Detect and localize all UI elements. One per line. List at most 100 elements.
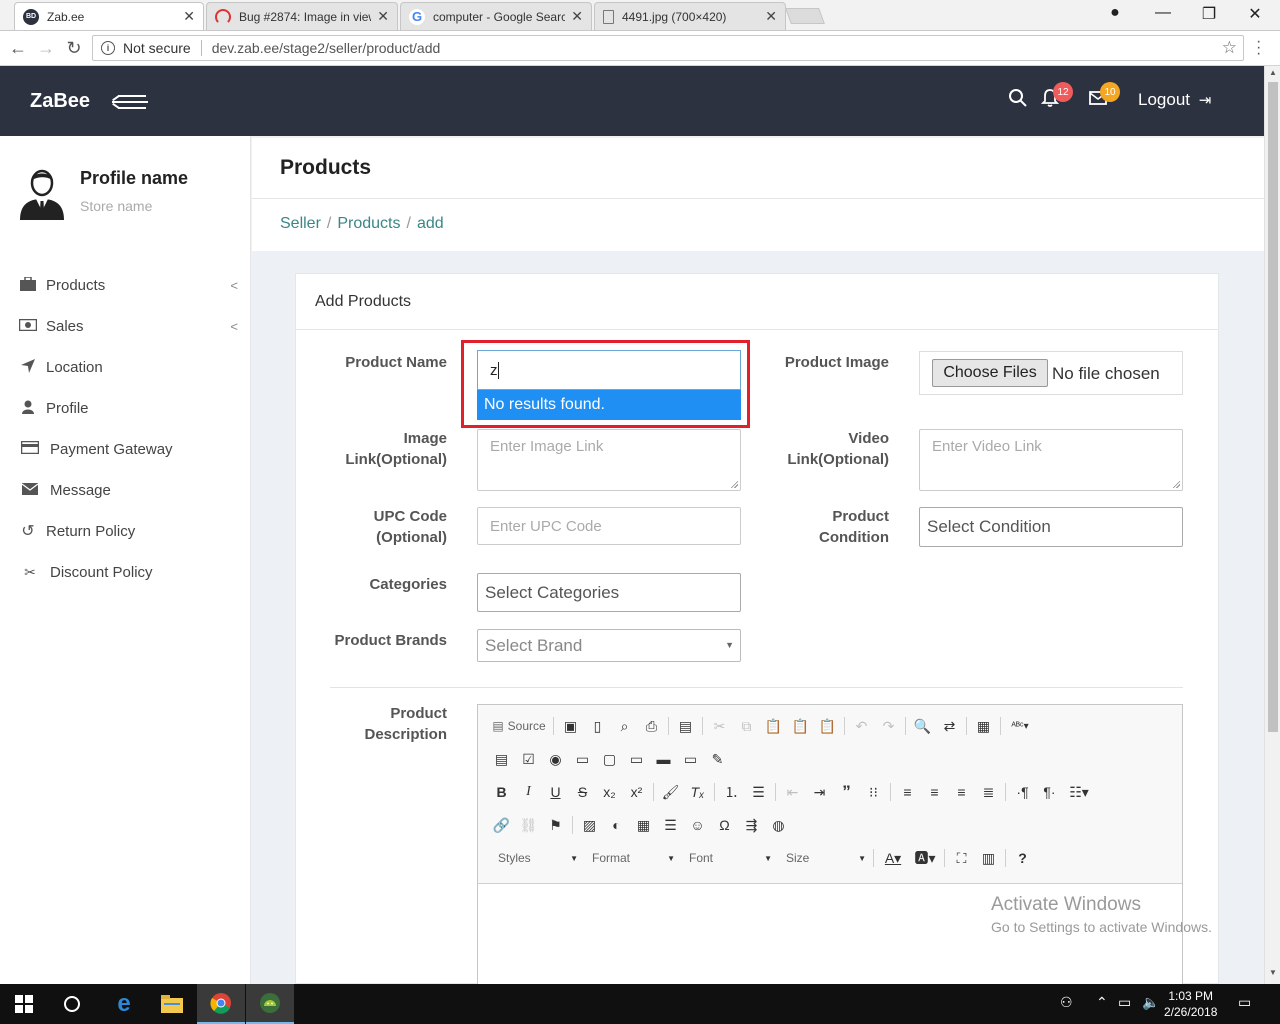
autocomplete-no-results[interactable]: No results found. (477, 390, 741, 420)
language-icon[interactable]: ☷▾ (1063, 780, 1095, 804)
tab-image[interactable]: 4491.jpg (700×420) ✕ (594, 2, 786, 30)
file-explorer-icon[interactable] (148, 984, 196, 1024)
tab-google[interactable]: G computer - Google Search ✕ (400, 2, 592, 30)
select-field-icon[interactable]: ▭ (623, 747, 650, 771)
cut-icon[interactable]: ✂ (706, 714, 733, 738)
size-dropdown[interactable]: Size ▼ (776, 846, 870, 870)
replace-icon[interactable]: ⇄ (936, 714, 963, 738)
save-icon[interactable]: ▣ (557, 714, 584, 738)
help-icon[interactable]: ? (1009, 846, 1036, 870)
templates-icon[interactable]: ▤ (672, 714, 699, 738)
paste-text-icon[interactable]: 📋 (787, 714, 814, 738)
edge-icon[interactable]: e (100, 984, 148, 1024)
bookmark-star-icon[interactable]: ☆ (1222, 38, 1237, 58)
image-link-textarea[interactable]: Enter Image Link (477, 429, 741, 491)
format-dropdown[interactable]: Format ▼ (582, 846, 679, 870)
breadcrumb-seller[interactable]: Seller (280, 215, 321, 232)
blockquote-icon[interactable]: ” (833, 780, 860, 804)
div-container-icon[interactable]: ⁝⁝ (860, 780, 887, 804)
page-scrollbar[interactable]: ▲ ▼ (1264, 66, 1280, 984)
find-icon[interactable]: 🔍 (909, 714, 936, 738)
people-icon[interactable]: ⚇ (1060, 994, 1073, 1011)
image-button-icon[interactable]: ▭ (677, 747, 704, 771)
tray-chevron-up-icon[interactable]: ⌃ (1096, 994, 1108, 1011)
logo[interactable]: ZaBee (30, 90, 90, 113)
print-icon[interactable]: ⎙ (638, 714, 665, 738)
table-icon[interactable]: ▦ (630, 813, 657, 837)
resize-handle-icon[interactable] (730, 480, 738, 488)
sidebar-item-profile[interactable]: Profile (18, 396, 238, 420)
tab-zabee[interactable]: BD Zab.ee ✕ (14, 2, 204, 30)
chrome-icon[interactable] (197, 984, 245, 1024)
superscript-icon[interactable]: x² (623, 780, 650, 804)
action-center-icon[interactable]: ▭ (1238, 994, 1251, 1011)
scroll-thumb[interactable] (1268, 82, 1278, 732)
profile-icon[interactable]: ● (1092, 4, 1138, 22)
logout-button[interactable]: Logout ⇥ (1138, 90, 1211, 110)
sidebar-item-products[interactable]: Products < (18, 273, 238, 297)
page-break-icon[interactable]: ⇶ (738, 813, 765, 837)
choose-files-button[interactable]: Choose Files (932, 359, 1048, 387)
scroll-down-icon[interactable]: ▼ (1265, 968, 1280, 977)
upc-input[interactable]: Enter UPC Code (477, 507, 741, 545)
flash-icon[interactable]: ◐ (603, 813, 630, 837)
text-color-icon[interactable]: A▾ (877, 846, 909, 870)
copy-format-icon[interactable]: 🖌 (657, 780, 684, 804)
undo-icon[interactable]: ↶ (848, 714, 875, 738)
image-icon[interactable]: ▨ (576, 813, 603, 837)
preview-icon[interactable]: ⌕ (611, 714, 638, 738)
source-button[interactable]: ▤ Source (488, 714, 550, 738)
hidden-field-icon[interactable]: ✎ (704, 747, 731, 771)
close-tab-icon[interactable]: ✕ (765, 8, 777, 25)
volume-icon[interactable]: 🔈 (1142, 994, 1159, 1011)
scroll-up-icon[interactable]: ▲ (1265, 68, 1280, 77)
tab-bug[interactable]: Bug #2874: Image in view ✕ (206, 2, 398, 30)
redo-icon[interactable]: ↷ (875, 714, 902, 738)
iframe-globe-icon[interactable]: ◍ (765, 813, 792, 837)
horizontal-rule-icon[interactable]: ☰ (657, 813, 684, 837)
sidebar-item-payment-gateway[interactable]: Payment Gateway (18, 437, 238, 461)
search-icon[interactable] (1008, 88, 1028, 113)
sidebar-item-sales[interactable]: Sales < (18, 314, 238, 338)
resize-handle-icon[interactable] (1172, 480, 1180, 488)
align-left-icon[interactable]: ≡ (894, 780, 921, 804)
align-center-icon[interactable]: ≡ (921, 780, 948, 804)
copy-icon[interactable]: ⧉ (733, 714, 760, 738)
sidebar-item-return-policy[interactable]: ↺ Return Policy (18, 519, 238, 543)
rtl-icon[interactable]: ¶· (1036, 780, 1063, 804)
textarea-icon[interactable]: ▢ (596, 747, 623, 771)
sidebar-toggle-icon[interactable] (112, 94, 148, 110)
omnibox[interactable]: i Not secure dev.zab.ee/stage2/seller/pr… (92, 35, 1244, 61)
brand-select[interactable]: Select Brand ▼ (477, 629, 741, 662)
subscript-icon[interactable]: x₂ (596, 780, 623, 804)
link-icon[interactable]: 🔗 (488, 813, 515, 837)
back-icon[interactable]: ← (6, 38, 30, 59)
checkbox-icon[interactable]: ☑ (515, 747, 542, 771)
sidebar-item-location[interactable]: Location (18, 355, 238, 379)
radio-icon[interactable]: ◉ (542, 747, 569, 771)
special-char-omega-icon[interactable]: Ω (711, 813, 738, 837)
paste-icon[interactable]: 📋 (760, 714, 787, 738)
minimize-icon[interactable]: — (1140, 4, 1186, 22)
info-icon[interactable]: i (101, 41, 115, 55)
categories-select[interactable]: Select Categories (477, 573, 741, 612)
bold-icon[interactable]: B (488, 780, 515, 804)
condition-select[interactable]: Select Condition (919, 507, 1183, 547)
close-tab-icon[interactable]: ✕ (377, 8, 389, 25)
justify-icon[interactable]: ≣ (975, 780, 1002, 804)
increase-indent-icon[interactable]: ⇥ (806, 780, 833, 804)
new-tab-button[interactable] (785, 8, 825, 24)
close-tab-icon[interactable]: ✕ (571, 8, 583, 25)
remove-format-icon[interactable]: Tₓ (684, 780, 711, 804)
form-icon[interactable]: ▤ (488, 747, 515, 771)
windows-start-icon[interactable] (0, 984, 48, 1024)
restore-icon[interactable]: ❐ (1186, 4, 1232, 24)
breadcrumb-add[interactable]: add (417, 215, 444, 232)
forward-icon[interactable]: → (34, 38, 58, 59)
strikethrough-icon[interactable]: S (569, 780, 596, 804)
styles-dropdown[interactable]: Styles ▼ (488, 846, 582, 870)
close-window-icon[interactable]: ✕ (1232, 4, 1278, 24)
url-text[interactable]: dev.zab.ee/stage2/seller/product/add (212, 40, 441, 56)
select-all-icon[interactable]: ▦ (970, 714, 997, 738)
new-page-icon[interactable]: ▯ (584, 714, 611, 738)
